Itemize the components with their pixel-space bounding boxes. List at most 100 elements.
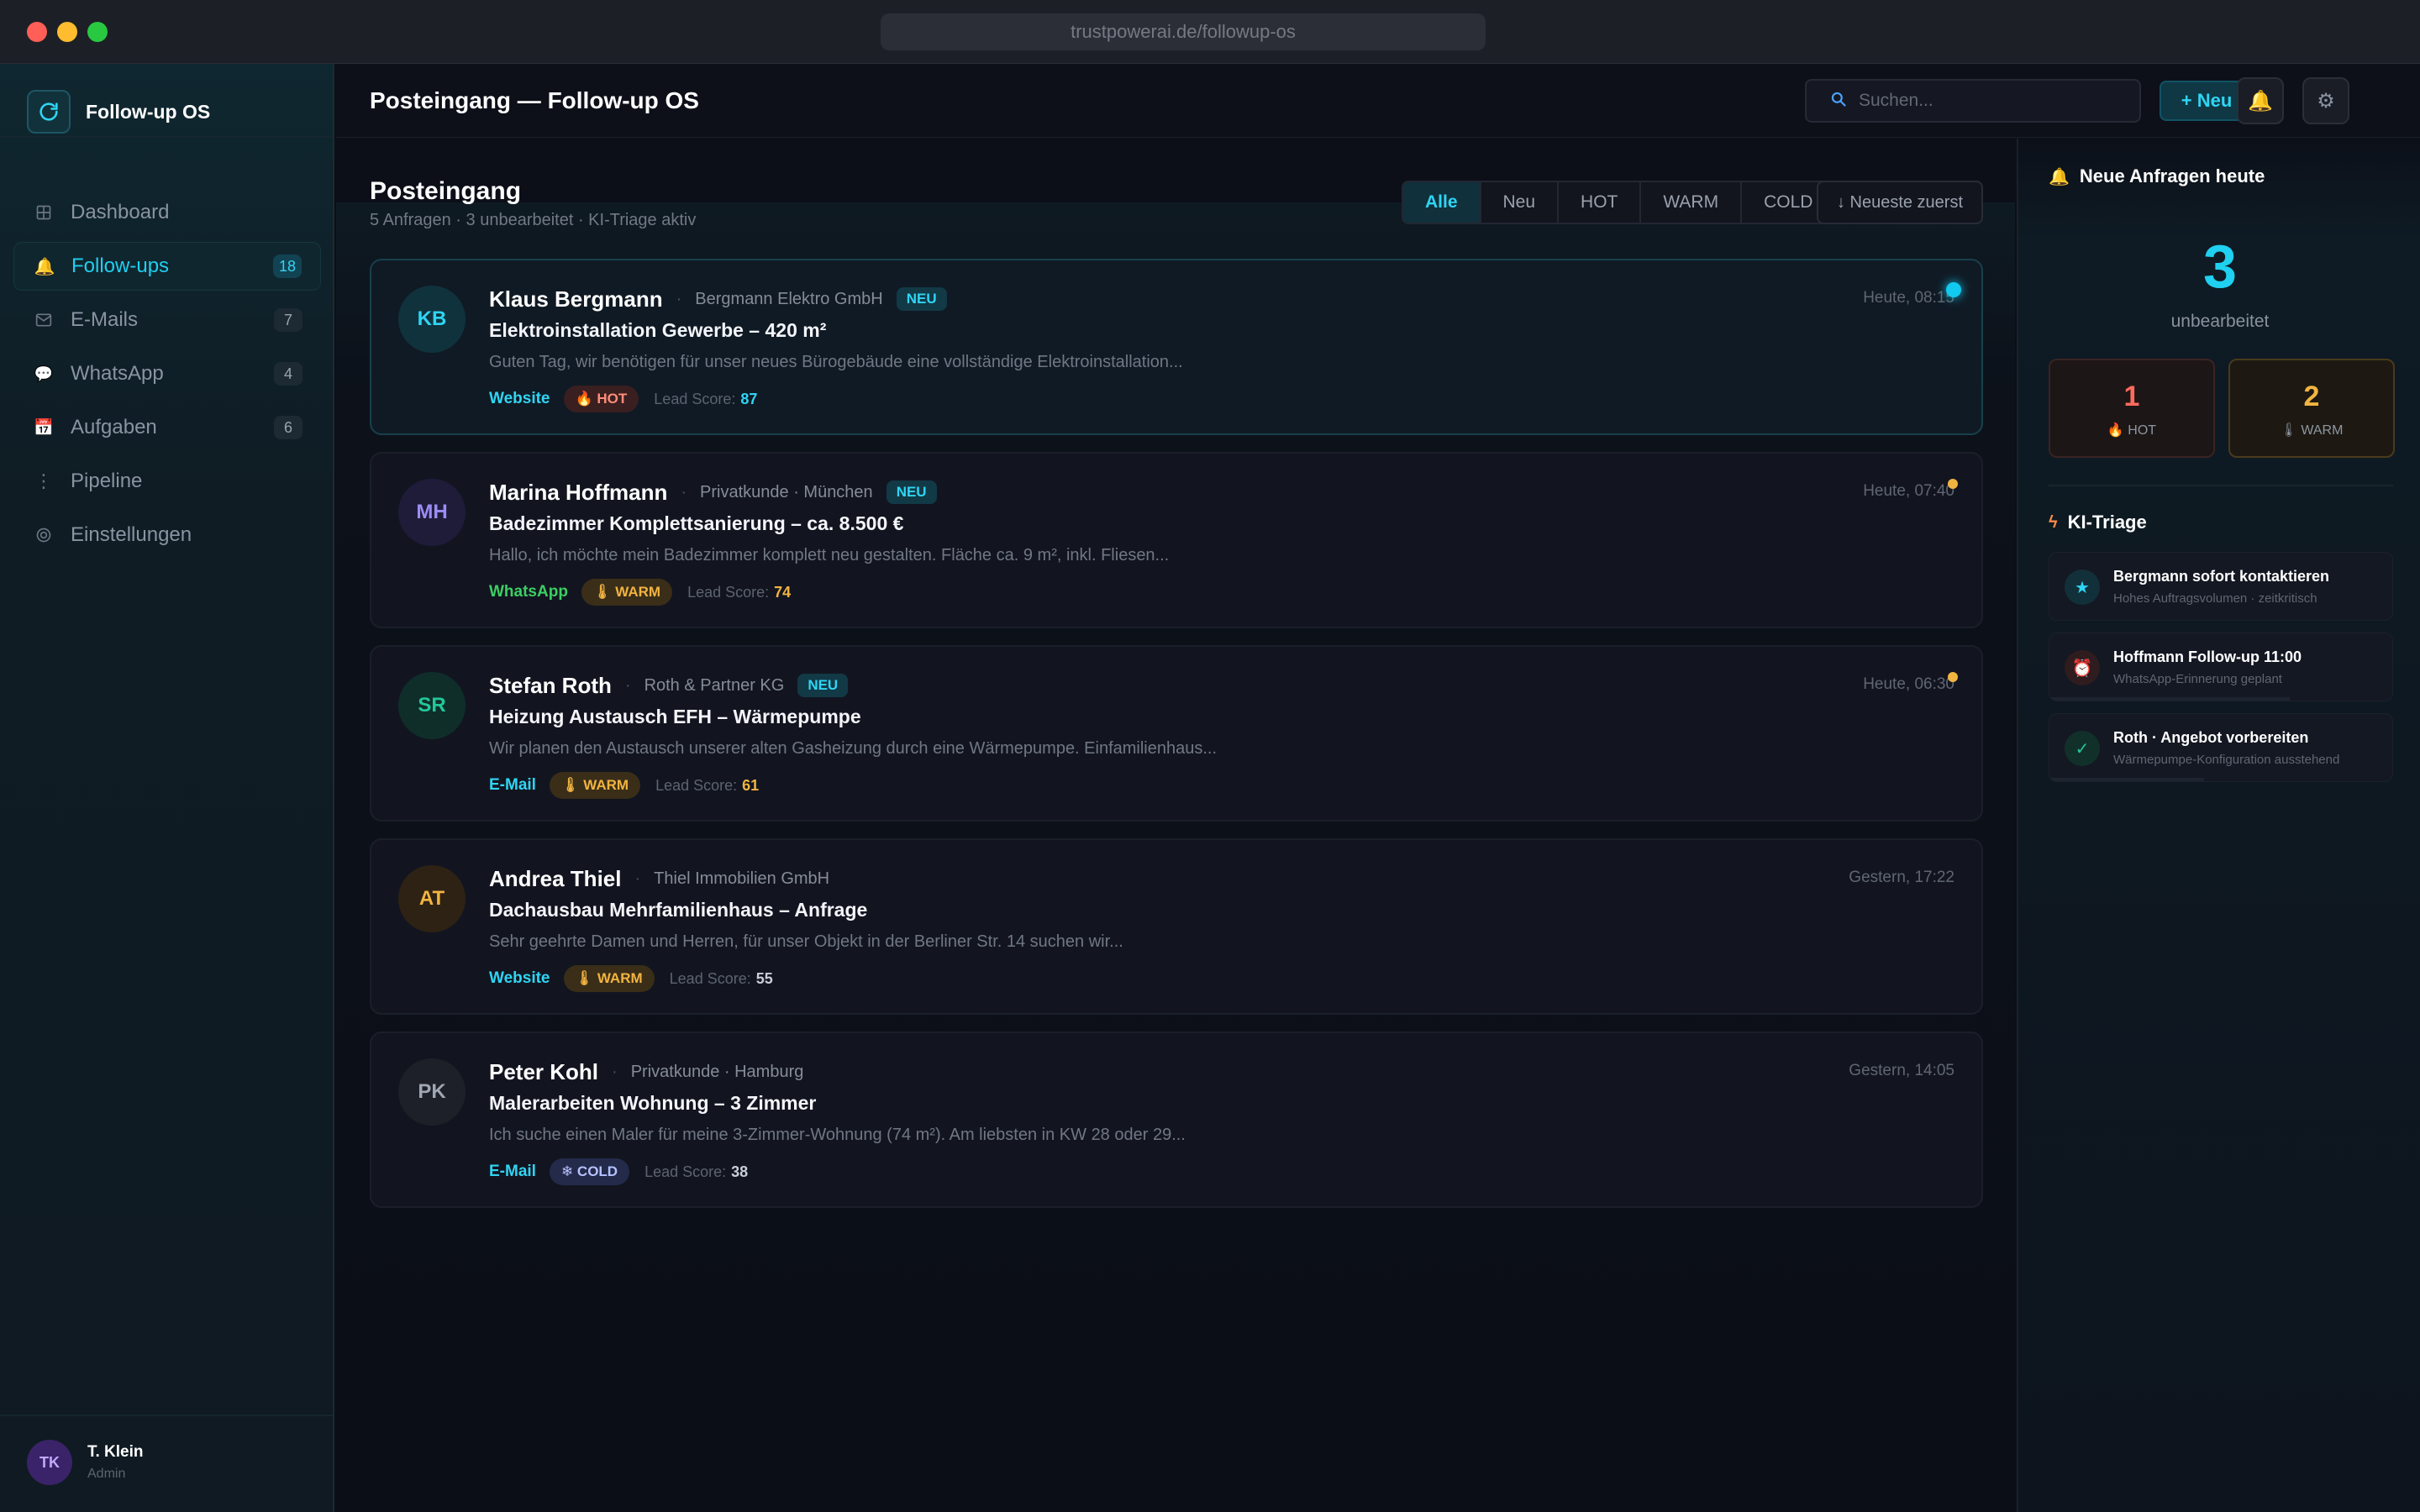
- sidebar-item-label: Einstellungen: [71, 523, 192, 546]
- brand[interactable]: Follow-up OS: [27, 89, 210, 134]
- unread-indicator: [1946, 282, 1961, 297]
- calendar-icon: 📅: [34, 419, 54, 437]
- notifications-button[interactable]: 🔔: [2237, 77, 2284, 124]
- sidebar-item-dashboard[interactable]: Dashboard: [13, 188, 321, 237]
- filter-alle[interactable]: Alle: [1403, 182, 1481, 223]
- address-bar[interactable]: trustpowerai.de/followup-os: [881, 13, 1486, 50]
- unread-indicator: [1948, 672, 1958, 682]
- filter-neu[interactable]: Neu: [1481, 182, 1560, 223]
- lead-score-value: 38: [731, 1163, 749, 1180]
- count-badge: 18: [273, 255, 302, 278]
- sidebar-item-pipeline[interactable]: ⋮ Pipeline: [13, 457, 321, 506]
- triage-item[interactable]: ★ Bergmann sofort kontaktieren Hohes Auftr…: [2049, 552, 2393, 621]
- inquiry-preview: Sehr geehrte Damen und Herren, für unser…: [489, 932, 1123, 951]
- triage-title: Roth · Angebot vorbereiten: [2113, 729, 2309, 746]
- contact-company: Privatkunde · München: [700, 482, 873, 501]
- filter-tabs: Alle Neu HOT WARM COLD: [1402, 181, 1837, 224]
- new-badge: NEU: [886, 480, 937, 504]
- search-box[interactable]: [1805, 79, 2141, 123]
- inbox-subtitle: 5 Anfragen · 3 unbearbeitet · KI-Triage …: [370, 211, 697, 229]
- contact-company: Bergmann Elektro GmbH: [695, 289, 883, 308]
- avatar: PK: [398, 1058, 466, 1126]
- triage-item[interactable]: ⏰ Hoffmann Follow-up 11:00 WhatsApp-Erinne…: [2049, 633, 2393, 701]
- inquiry-card[interactable]: PK Peter Kohl · Privatkunde · Hamburg Gester…: [370, 1032, 1983, 1208]
- temperature-badge: 🌡 WARM: [563, 965, 655, 992]
- inquiry-card[interactable]: SR Stefan Roth · Roth & Partner KG NEU Heute,…: [370, 645, 1983, 822]
- separator-dot: ·: [612, 1062, 618, 1081]
- minimize-window-button[interactable]: [57, 22, 77, 42]
- user-profile[interactable]: TK T. Klein Admin: [27, 1440, 144, 1485]
- contact-name: Marina Hoffmann: [489, 479, 668, 505]
- sidebar-item-e-mails[interactable]: E-Mails 7: [13, 296, 321, 344]
- temperature-badge: ❄ COLD: [549, 1158, 630, 1185]
- hot-stat[interactable]: 1 🔥 HOT: [2049, 359, 2215, 458]
- avatar: AT: [398, 865, 466, 932]
- new-badge: NEU: [797, 674, 849, 697]
- sidebar-item-einstellungen[interactable]: Einstellungen: [13, 511, 321, 559]
- filter-hot[interactable]: HOT: [1559, 182, 1642, 223]
- lead-score-label: Lead Score:: [654, 390, 736, 407]
- inquiry-card[interactable]: MH Marina Hoffmann · Privatkunde · München N…: [370, 452, 1983, 628]
- unprocessed-count: 3: [2202, 234, 2238, 301]
- filter-warm[interactable]: WARM: [1641, 182, 1743, 223]
- contact-name: Peter Kohl: [489, 1058, 599, 1084]
- triage-subtitle: Hohes Auftragsvolumen · zeitkritisch: [2113, 591, 2317, 606]
- inbox-title: Posteingang: [370, 177, 522, 205]
- lightning-icon: ϟ: [2049, 512, 2058, 532]
- warm-stat[interactable]: 2 🌡 WARM: [2228, 359, 2395, 458]
- count-badge: 4: [274, 362, 302, 386]
- sidebar-item-aufgaben[interactable]: 📅 Aufgaben 6: [13, 403, 321, 452]
- triage-progress: [2049, 697, 2290, 701]
- timestamp: Heute, 08:15: [1863, 289, 1954, 307]
- channel-label: Website: [489, 390, 550, 407]
- sidebar-item-label: E-Mails: [71, 308, 139, 331]
- inquiry-card[interactable]: KB Klaus Bergmann · Bergmann Elektro GmbH NE…: [370, 259, 1983, 435]
- page-title: Posteingang — Follow-up OS: [370, 87, 699, 113]
- alarm-icon: ⏰: [2065, 650, 2100, 685]
- channel-label: WhatsApp: [489, 583, 568, 601]
- inquiry-preview: Guten Tag, wir benötigen für unser neues…: [489, 353, 1183, 371]
- avatar: TK: [27, 1440, 72, 1485]
- channel-label: E-Mail: [489, 776, 536, 794]
- maximize-window-button[interactable]: [87, 22, 108, 42]
- search-input[interactable]: [1859, 91, 2128, 111]
- warm-count: 2: [2303, 381, 2320, 412]
- separator-dot: ·: [634, 869, 641, 888]
- close-window-button[interactable]: [27, 22, 47, 42]
- bell-icon: 🔔: [2049, 167, 2070, 186]
- lead-score-label: Lead Score:: [687, 583, 770, 601]
- search-icon: [1830, 91, 1847, 112]
- inquiry-subject: Dachausbau Mehrfamilienhaus – Anfrage: [489, 899, 868, 921]
- lead-score-value: 61: [742, 776, 760, 794]
- count-badge: 7: [274, 308, 302, 332]
- lead-score-value: 55: [755, 969, 773, 987]
- sidebar-item-label: Aufgaben: [71, 416, 157, 438]
- sidebar: Follow-up OS Dashboard 🔔 Follow-ups 18 E-Mai…: [0, 64, 334, 1512]
- triage-item[interactable]: ✓ Roth · Angebot vorbereiten Wärmepumpe-Ko…: [2049, 713, 2393, 782]
- brand-name: Follow-up OS: [86, 100, 211, 123]
- contact-name: Klaus Bergmann: [489, 286, 663, 312]
- inquiry-preview: Wir planen den Austausch unserer alten G…: [489, 739, 1218, 758]
- channel-label: Website: [489, 969, 550, 987]
- contact-company: Roth & Partner KG: [644, 675, 785, 695]
- inquiry-preview: Ich suche einen Maler für meine 3-Zimmer…: [489, 1126, 1186, 1144]
- summary-panel: 🔔 Neue Anfragen heute 3 unbearbeitet 1 🔥…: [2017, 139, 2420, 1512]
- channel-label: E-Mail: [489, 1163, 536, 1180]
- today-header: 🔔 Neue Anfragen heute: [2049, 165, 2265, 187]
- timestamp: Heute, 06:30: [1863, 675, 1954, 693]
- browser-titlebar: trustpowerai.de/followup-os: [0, 0, 2420, 64]
- timestamp: Heute, 07:40: [1863, 482, 1954, 500]
- grid-icon: [34, 202, 54, 223]
- sort-button[interactable]: ↓ Neueste zuerst: [1817, 181, 1983, 224]
- sidebar-item-label: Dashboard: [71, 201, 170, 223]
- lead-score-label: Lead Score:: [669, 969, 751, 987]
- hot-count: 1: [2123, 381, 2140, 412]
- lead-score-label: Lead Score:: [644, 1163, 727, 1180]
- sidebar-item-label: WhatsApp: [71, 362, 164, 385]
- sidebar-item-whatsapp[interactable]: 💬 WhatsApp 4: [13, 349, 321, 398]
- settings-button[interactable]: ⚙: [2302, 77, 2349, 124]
- inquiry-card[interactable]: AT Andrea Thiel · Thiel Immobilien GmbH Gest…: [370, 838, 1983, 1015]
- unprocessed-label: unbearbeitet: [2170, 312, 2270, 331]
- triage-header: ϟ KI-Triage: [2049, 512, 2147, 533]
- sidebar-item-follow-ups[interactable]: 🔔 Follow-ups 18: [13, 242, 321, 291]
